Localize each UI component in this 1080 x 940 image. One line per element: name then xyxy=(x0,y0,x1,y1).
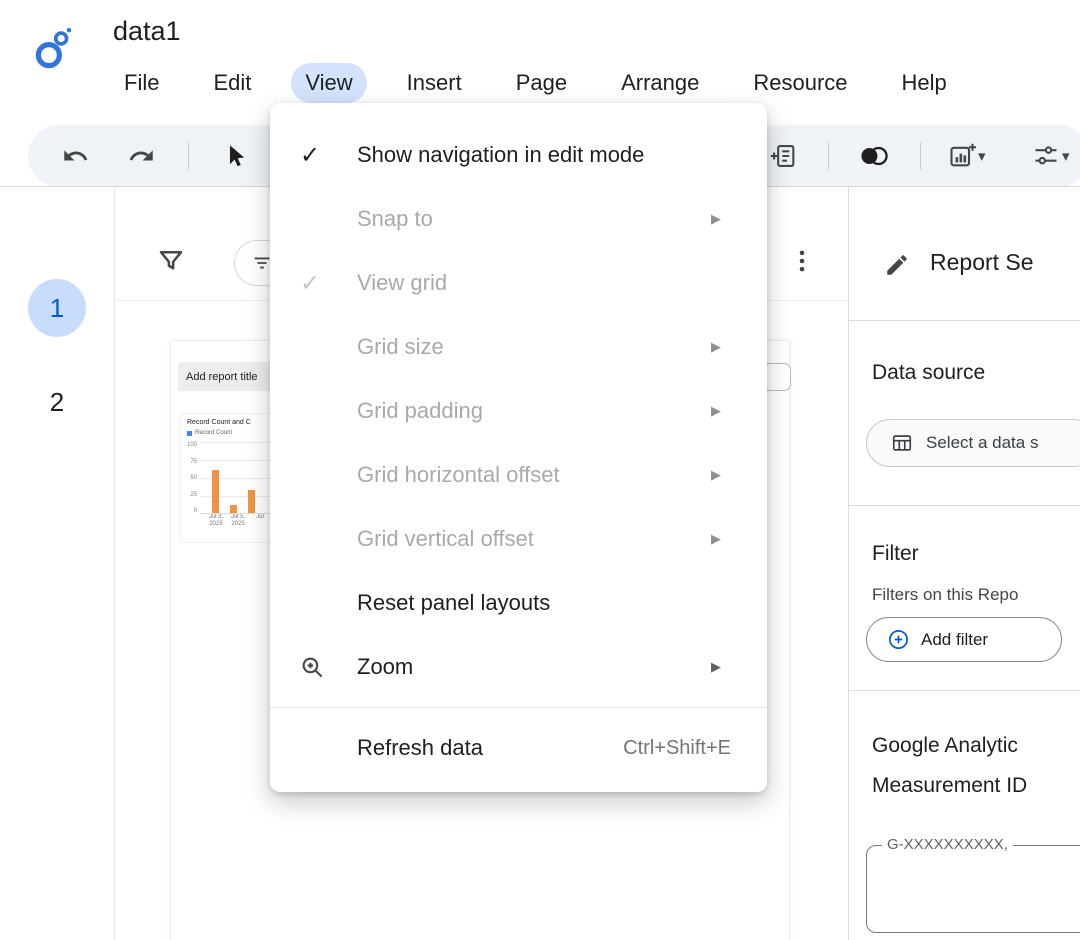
add-chart-icon[interactable]: ▾ xyxy=(948,142,986,170)
page-thumbnail-2[interactable]: 2 xyxy=(28,377,86,427)
menu-edit[interactable]: Edit xyxy=(199,63,265,103)
redo-icon[interactable] xyxy=(128,143,155,170)
check-icon: ✓ xyxy=(300,269,346,298)
pages-sidebar: 1 2 xyxy=(0,187,115,940)
plus-circle-icon xyxy=(887,628,910,651)
select-cursor-icon[interactable] xyxy=(224,143,250,169)
submenu-arrow-icon: ▶ xyxy=(711,211,721,227)
filter-heading: Filter xyxy=(872,542,919,566)
edit-pencil-icon[interactable] xyxy=(884,252,910,283)
chevron-down-icon: ▾ xyxy=(1062,147,1070,165)
panel-divider xyxy=(849,320,1080,321)
add-filter-button[interactable]: Add filter xyxy=(866,617,1062,662)
more-options-icon[interactable] xyxy=(789,246,815,281)
right-panel-border xyxy=(848,187,849,940)
chevron-down-icon: ▾ xyxy=(978,147,986,165)
filter-subtext: Filters on this Repo xyxy=(872,585,1018,605)
undo-icon[interactable] xyxy=(62,143,89,170)
report-title[interactable]: data1 xyxy=(113,16,181,47)
menu-item-grid-size: Grid size ▶ xyxy=(270,315,767,379)
toolbar-separator xyxy=(188,143,189,170)
check-icon: ✓ xyxy=(300,141,346,170)
filter-bar-icon[interactable] xyxy=(156,246,186,281)
menu-page[interactable]: Page xyxy=(502,63,581,103)
select-data-source-label: Select a data s xyxy=(926,433,1038,453)
submenu-arrow-icon: ▶ xyxy=(711,403,721,419)
panel-divider xyxy=(849,505,1080,506)
submenu-arrow-icon: ▶ xyxy=(711,339,721,355)
add-page-icon[interactable] xyxy=(770,142,798,170)
ga-heading-line2: Measurement ID xyxy=(872,774,1027,798)
add-filter-label: Add filter xyxy=(921,630,988,650)
menu-item-grid-horizontal-offset: Grid horizontal offset ▶ xyxy=(270,443,767,507)
menu-item-snap-to: Snap to ▶ xyxy=(270,187,767,251)
chart-legend-swatch xyxy=(187,431,192,436)
page-thumbnail-1[interactable]: 1 xyxy=(28,279,86,337)
table-icon xyxy=(891,432,913,454)
toolbar-separator xyxy=(920,143,921,170)
menubar: File Edit View Insert Page Arrange Resou… xyxy=(110,60,961,106)
menu-item-show-navigation[interactable]: ✓ Show navigation in edit mode xyxy=(270,123,767,187)
looker-studio-logo-icon xyxy=(34,26,76,72)
select-data-source-button[interactable]: Select a data s xyxy=(866,419,1080,467)
chart-legend-label: Record Count xyxy=(195,430,232,436)
ga-heading-line1: Google Analytic xyxy=(872,734,1018,758)
menu-item-grid-padding: Grid padding ▶ xyxy=(270,379,767,443)
menu-divider xyxy=(270,707,767,708)
keyboard-shortcut: Ctrl+Shift+E xyxy=(623,737,731,760)
submenu-arrow-icon: ▶ xyxy=(711,531,721,547)
zoom-in-icon xyxy=(300,655,346,680)
ga-input-floating-label: G-XXXXXXXXXX, xyxy=(882,836,1013,853)
menu-item-zoom[interactable]: Zoom ▶ xyxy=(270,635,767,699)
toolbar-separator xyxy=(828,143,829,170)
menu-insert[interactable]: Insert xyxy=(393,63,476,103)
submenu-arrow-icon: ▶ xyxy=(711,659,721,675)
menu-item-reset-panel-layouts[interactable]: Reset panel layouts xyxy=(270,571,767,635)
view-dropdown-menu: ✓ Show navigation in edit mode Snap to ▶… xyxy=(270,103,767,792)
data-source-heading: Data source xyxy=(872,361,985,385)
menu-item-refresh-data[interactable]: Refresh data Ctrl+Shift+E xyxy=(270,716,767,780)
chart-y-axis: 1007550250 xyxy=(185,442,200,514)
right-panel-title: Report Se xyxy=(930,249,1034,276)
menu-view[interactable]: View xyxy=(291,63,366,103)
looker-studio-window: data1 File Edit View Insert Page Arrange… xyxy=(0,0,1080,940)
menu-item-grid-vertical-offset: Grid vertical offset ▶ xyxy=(270,507,767,571)
menu-resource[interactable]: Resource xyxy=(739,63,861,103)
add-control-icon[interactable]: ▾ xyxy=(1032,142,1070,170)
menu-help[interactable]: Help xyxy=(888,63,961,103)
menu-file[interactable]: File xyxy=(110,63,173,103)
menu-item-view-grid: ✓ View grid xyxy=(270,251,767,315)
ga-measurement-id-input[interactable] xyxy=(866,845,1080,933)
panel-divider xyxy=(849,690,1080,691)
submenu-arrow-icon: ▶ xyxy=(711,467,721,483)
blend-data-icon[interactable] xyxy=(858,142,890,170)
menu-arrange[interactable]: Arrange xyxy=(607,63,713,103)
